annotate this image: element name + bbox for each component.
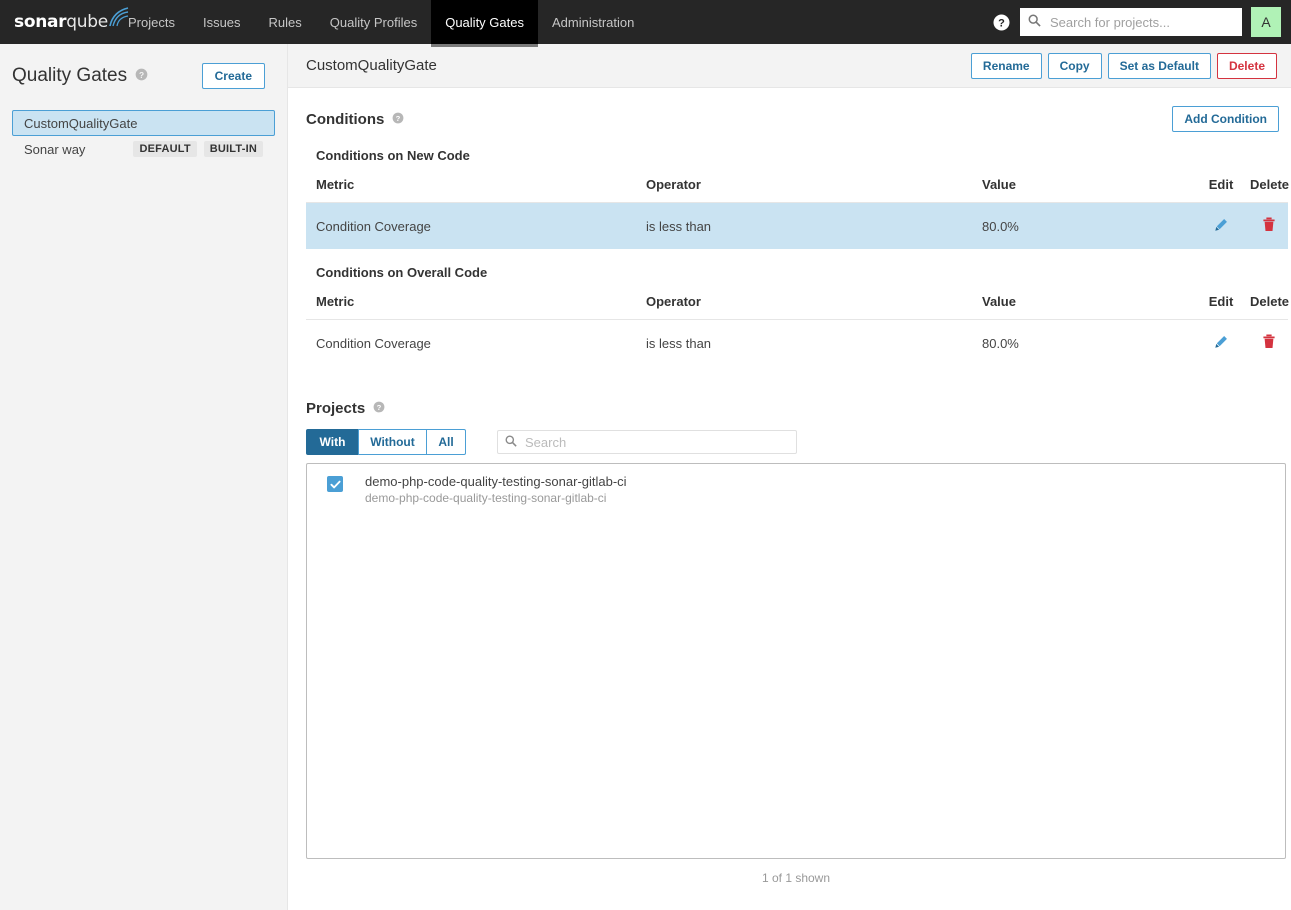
conditions-new-code-title: Conditions on New Code (316, 148, 470, 163)
projects-section: Projects ? With Without All Search demo-… (306, 400, 1286, 885)
help-circle-icon[interactable]: ? (392, 112, 404, 127)
condition-operator: is less than (636, 202, 972, 249)
list-item[interactable]: demo-php-code-quality-testing-sonar-gitl… (307, 464, 1285, 514)
main-body: Conditions ? Add Condition Conditions on… (288, 88, 1291, 885)
gate-badges: DEFAULT BUILT-IN (133, 141, 263, 157)
quality-gate-title: CustomQualityGate (306, 57, 437, 74)
column-header-operator: Operator (636, 290, 972, 320)
sidebar-header: Quality Gates ? Create (0, 44, 287, 92)
filter-without-button[interactable]: Without (358, 429, 426, 455)
page-title: Quality Gates (12, 65, 128, 86)
project-checkbox[interactable] (327, 476, 343, 492)
trash-icon[interactable] (1262, 334, 1276, 349)
delete-button[interactable]: Delete (1216, 52, 1277, 79)
set-as-default-button[interactable]: Set as Default (1107, 52, 1211, 79)
navbar-right: ? A (986, 0, 1291, 44)
condition-edit-cell (1192, 202, 1240, 249)
help-circle-icon[interactable]: ? (373, 401, 385, 416)
conditions-overall-code-table: Metric Operator Value Edit Delete Condit… (306, 290, 1289, 367)
filter-all-button[interactable]: All (426, 429, 466, 455)
add-condition-button[interactable]: Add Condition (1172, 106, 1279, 132)
status-badge-built-in: BUILT-IN (203, 141, 263, 157)
column-header-value: Value (972, 173, 1192, 203)
nav-link-quality-gates[interactable]: Quality Gates (431, 0, 538, 47)
sidebar-item-sonar-way[interactable]: Sonar way DEFAULT BUILT-IN (12, 136, 275, 162)
search-input[interactable] (1048, 13, 1234, 31)
project-name: demo-php-code-quality-testing-sonar-gitl… (365, 474, 627, 489)
column-header-delete: Delete (1240, 173, 1289, 203)
status-badge-default: DEFAULT (133, 141, 197, 157)
table-row[interactable]: Condition Coverage is less than 80.0% (306, 320, 1288, 367)
gate-name: Sonar way (24, 141, 86, 157)
svg-text:?: ? (377, 403, 382, 412)
project-key: demo-php-code-quality-testing-sonar-gitl… (365, 491, 607, 505)
top-navbar: sonarqube Projects Issues Rules Quality … (0, 0, 1291, 47)
projects-filter-group: With Without All (306, 429, 466, 455)
nav-links: Projects Issues Rules Quality Profiles Q… (114, 0, 648, 47)
sonarqube-arcs-icon (108, 6, 130, 27)
condition-metric: Condition Coverage (306, 202, 636, 249)
filter-with-button[interactable]: With (306, 429, 358, 455)
condition-value: 80.0% (982, 335, 1019, 351)
pencil-icon[interactable] (1214, 335, 1228, 349)
column-header-edit: Edit (1192, 173, 1240, 203)
nav-link-issues[interactable]: Issues (189, 0, 255, 44)
projects-search-box[interactable] (497, 430, 797, 454)
avatar[interactable]: A (1251, 7, 1281, 37)
svg-text:?: ? (396, 114, 401, 123)
column-header-metric: Metric (306, 173, 636, 203)
projects-title: Projects (306, 400, 366, 417)
column-header-delete: Delete (1240, 290, 1289, 320)
nav-link-rules[interactable]: Rules (255, 0, 316, 44)
nav-link-quality-profiles[interactable]: Quality Profiles (316, 0, 431, 44)
gate-name: CustomQualityGate (24, 115, 138, 131)
logo-text-bold: sonar (14, 11, 67, 32)
help-circle-icon[interactable]: ? (986, 0, 1016, 44)
column-header-value: Value (972, 290, 1192, 320)
condition-delete-cell (1240, 202, 1288, 249)
rename-button[interactable]: Rename (970, 52, 1042, 79)
conditions-new-code-table: Metric Operator Value Edit Delete Condit… (306, 173, 1289, 249)
trash-icon[interactable] (1262, 217, 1276, 232)
quality-gate-actions: Rename Copy Set as Default Delete (970, 52, 1277, 79)
quality-gate-list: CustomQualityGate Sonar way DEFAULT BUIL… (0, 110, 287, 162)
create-quality-gate-button[interactable]: Create (201, 63, 265, 89)
svg-text:?: ? (139, 70, 144, 80)
projects-filter-row: With Without All (306, 429, 1285, 455)
condition-operator: is less than (646, 335, 712, 351)
sonarqube-logo[interactable]: sonarqube (0, 0, 129, 44)
column-header-operator: Operator (636, 173, 972, 203)
conditions-title: Conditions (306, 110, 385, 128)
projects-shown-count: 1 of 1 shown (761, 871, 831, 885)
conditions-overall-code-title: Conditions on Overall Code (316, 265, 488, 280)
condition-delete-cell (1240, 320, 1288, 367)
condition-value: 80.0% (972, 202, 1192, 249)
global-search-box[interactable] (1020, 8, 1242, 36)
projects-list-panel: demo-php-code-quality-testing-sonar-gitl… (306, 463, 1286, 859)
search-icon (1028, 14, 1041, 30)
condition-edit-cell (1192, 320, 1240, 367)
projects-section-header: Projects ? (306, 400, 1285, 417)
logo-text-light: qube (66, 11, 108, 32)
sidebar: Quality Gates ? Create CustomQualityGate… (0, 44, 288, 910)
project-labels: demo-php-code-quality-testing-sonar-gitl… (365, 474, 627, 506)
help-circle-icon[interactable]: ? (135, 68, 148, 84)
main-content: CustomQualityGate Rename Copy Set as Def… (288, 44, 1291, 910)
svg-text:?: ? (998, 17, 1005, 29)
main-header: CustomQualityGate Rename Copy Set as Def… (288, 44, 1291, 88)
copy-button[interactable]: Copy (1047, 52, 1102, 79)
table-header-row: Metric Operator Value Edit Delete (306, 290, 1289, 320)
condition-metric: Condition Coverage (316, 335, 431, 351)
conditions-section-header: Conditions ? Add Condition (306, 106, 1285, 132)
nav-link-administration[interactable]: Administration (538, 0, 648, 44)
sidebar-item-customqualitygate[interactable]: CustomQualityGate (12, 110, 275, 136)
pencil-icon[interactable] (1214, 218, 1228, 232)
column-header-edit: Edit (1192, 290, 1240, 320)
column-header-metric: Metric (306, 290, 636, 320)
table-row[interactable]: Condition Coverage is less than 80.0% (306, 202, 1288, 249)
search-icon (505, 435, 517, 450)
table-header-row: Metric Operator Value Edit Delete (306, 173, 1289, 203)
projects-search-input[interactable] (523, 433, 789, 451)
page-body: Quality Gates ? Create CustomQualityGate… (0, 44, 1291, 910)
